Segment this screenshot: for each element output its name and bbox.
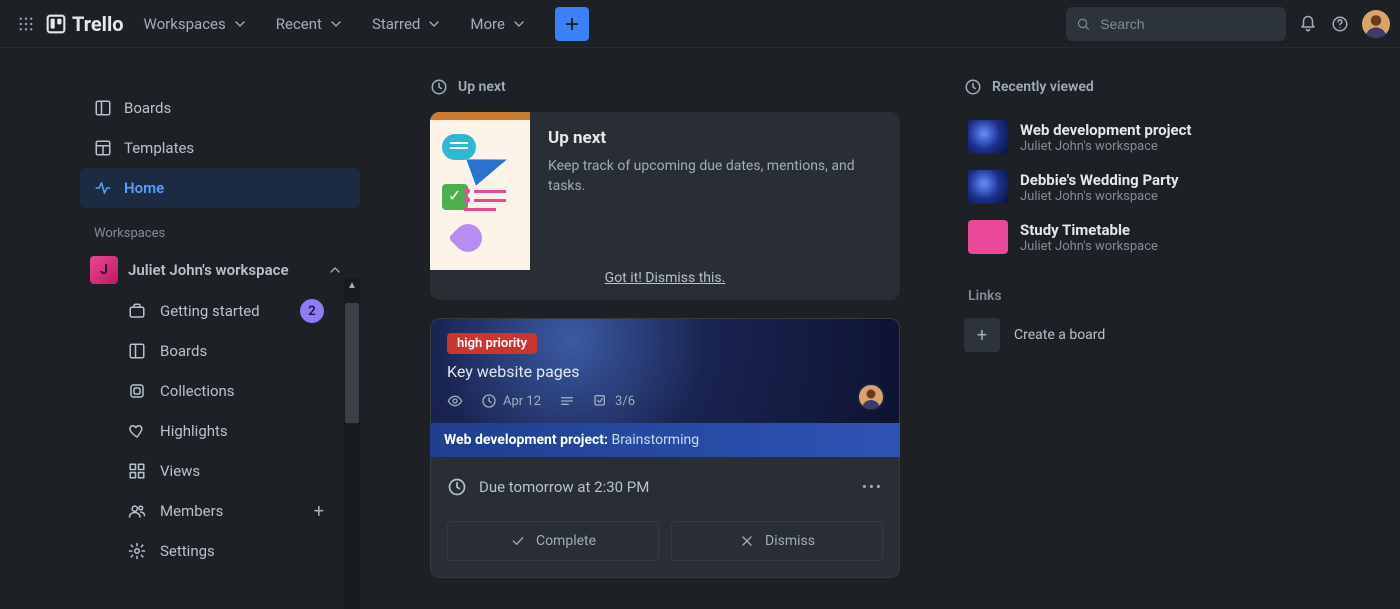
watch-icon [447,393,463,409]
sidebar: Boards Templates Home Workspaces J Julie… [0,48,360,609]
main-content: Up next Up next Keep track of upcoming d… [360,48,1400,609]
chevron-up-icon [327,262,343,278]
check-icon [510,533,526,549]
avatar[interactable] [1362,10,1390,38]
description-icon [559,393,575,409]
create-board-button[interactable]: + Create a board [964,318,1244,352]
dismiss-button[interactable]: Dismiss [671,521,883,561]
pulse-icon [94,179,112,197]
checklist-icon [593,393,609,409]
card-location[interactable]: Web development project: Brainstorming [430,423,900,457]
sidebar-section-workspaces: Workspaces [80,208,360,249]
card-label[interactable]: high priority [447,333,537,354]
card-menu-icon[interactable]: ••• [862,478,883,496]
chevron-down-icon [426,16,442,32]
scrollbar-thumb[interactable] [345,303,359,423]
nav-workspaces[interactable]: Workspaces [130,9,262,39]
board-icon [128,342,146,360]
upnext-body-text: Keep track of upcoming due dates, mentio… [548,156,882,197]
card-meta: Apr 12 3/6 [447,393,883,409]
recently-viewed-head: Recently viewed [964,78,1244,96]
sidebar-item-ws-boards[interactable]: Boards [80,331,360,371]
clock-icon [430,78,448,96]
upnext-title: Up next [548,128,882,148]
template-icon [94,139,112,157]
briefcase-icon [128,302,146,320]
plus-icon [563,15,581,33]
grid-icon [128,462,146,480]
clock-icon [447,477,467,497]
recent-board-0[interactable]: Web development project Juliet John's wo… [964,112,1244,162]
sidebar-item-views[interactable]: Views [80,451,360,491]
upnext-section-head: Up next [430,78,900,96]
chevron-down-icon [511,16,527,32]
close-icon [739,533,755,549]
clock-icon [964,78,982,96]
sidebar-item-members[interactable]: Members + [80,491,360,531]
brand-name: Trello [72,12,124,36]
create-button[interactable] [555,7,589,41]
collections-icon [128,382,146,400]
sidebar-item-templates[interactable]: Templates [80,128,360,168]
card-due: Apr 12 [481,393,541,409]
nav-more[interactable]: More [456,9,541,39]
nav-recent[interactable]: Recent [262,9,358,39]
upnext-dismiss-link[interactable]: Got it! Dismiss this. [430,270,900,300]
card-title: Key website pages [447,362,883,381]
heart-icon [128,422,146,440]
notifications-icon[interactable] [1292,8,1324,40]
members-icon [128,502,146,520]
upnext-card: Up next Keep track of upcoming due dates… [430,112,900,300]
sidebar-item-home[interactable]: Home [80,168,360,208]
nav-starred[interactable]: Starred [358,9,456,39]
trello-icon [46,14,66,34]
sidebar-item-settings[interactable]: Settings [80,531,360,571]
workspace-header[interactable]: J Juliet John's workspace [80,249,360,291]
complete-button[interactable]: Complete [447,521,659,561]
upnext-illustration [430,112,530,270]
chevron-down-icon [328,16,344,32]
board-thumb [968,120,1008,154]
scroll-up-icon[interactable]: ▲ [347,280,357,291]
task-card[interactable]: high priority Key website pages Apr 12 3… [430,318,900,578]
links-heading: Links [968,288,1244,304]
card-checklist: 3/6 [593,393,635,409]
add-member-icon[interactable]: + [314,501,324,522]
sidebar-scrollbar[interactable]: ▲ [344,278,360,609]
topbar: Trello Workspaces Recent Starred More [0,0,1400,48]
board-icon [94,99,112,117]
workspace-name: Juliet John's workspace [128,261,310,279]
recent-board-1[interactable]: Debbie's Wedding Party Juliet John's wor… [964,162,1244,212]
search-input[interactable] [1066,7,1286,41]
chevron-down-icon [232,16,248,32]
card-due-row: Due tomorrow at 2:30 PM ••• [447,477,883,497]
search-field[interactable] [1098,15,1276,33]
sidebar-item-getting-started[interactable]: Getting started 2 [80,291,360,331]
board-thumb [968,220,1008,254]
help-icon[interactable] [1324,8,1356,40]
brand-logo[interactable]: Trello [46,12,124,36]
search-icon [1076,16,1090,32]
recent-board-2[interactable]: Study Timetable Juliet John's workspace [964,212,1244,262]
sidebar-item-collections[interactable]: Collections [80,371,360,411]
apps-icon[interactable] [10,8,42,40]
sidebar-item-highlights[interactable]: Highlights [80,411,360,451]
getting-started-badge: 2 [300,299,324,323]
gear-icon [128,542,146,560]
sidebar-item-boards[interactable]: Boards [80,88,360,128]
clock-icon [481,393,497,409]
plus-icon: + [964,318,1000,352]
workspace-tile: J [90,256,118,284]
board-thumb [968,170,1008,204]
card-member-avatar[interactable] [857,383,885,411]
